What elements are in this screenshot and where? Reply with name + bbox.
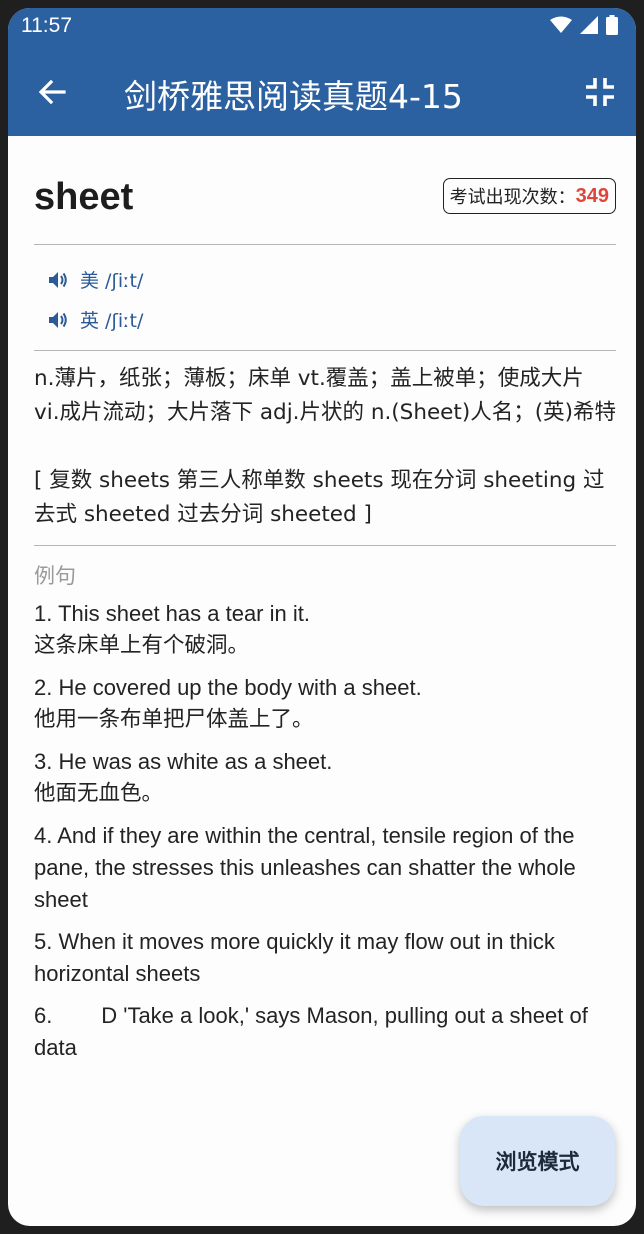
browse-mode-button[interactable]: 浏览模式: [460, 1116, 615, 1206]
pronunciation-us[interactable]: 美 /ʃiːt/: [48, 266, 143, 293]
exam-count-value: 349: [575, 184, 609, 207]
divider: [34, 244, 616, 245]
speaker-icon: [49, 311, 67, 328]
example-en: 1. This sheet has a tear in it.: [34, 601, 310, 626]
battery-icon: [606, 15, 618, 39]
example-item: 5. When it moves more quickly it may flo…: [34, 926, 616, 990]
headword: sheet: [34, 176, 134, 218]
fullscreen-exit-icon: [586, 78, 614, 106]
pronunciation-uk[interactable]: 英 /ʃiːt/: [48, 306, 143, 333]
example-item: 3. He was as white as a sheet. 他面无血色。: [34, 746, 616, 810]
phone-screen: 11:57 剑桥雅思阅读真题4-15 sheet 考试出现次数： 349 美 /…: [8, 8, 636, 1226]
pronunciation-label: 美 /ʃiːt/: [80, 270, 144, 292]
signal-icon: [580, 16, 598, 38]
example-en: 6. D 'Take a look,' says Mason, pulling …: [34, 1003, 594, 1060]
example-en: 4. And if they are within the central, t…: [34, 823, 576, 912]
example-zh: 他面无血色。: [34, 781, 164, 806]
divider: [34, 350, 616, 351]
status-icons: [550, 15, 618, 39]
examples-label: 例句: [34, 564, 76, 588]
app-bar: 11:57 剑桥雅思阅读真题4-15: [8, 8, 636, 136]
example-item: 1. This sheet has a tear in it. 这条床单上有个破…: [34, 598, 616, 662]
exit-fullscreen-button[interactable]: [580, 72, 620, 112]
example-item: 4. And if they are within the central, t…: [34, 820, 616, 916]
example-zh: 他用一条布单把尸体盖上了。: [34, 707, 314, 732]
example-en: 5. When it moves more quickly it may flo…: [34, 929, 555, 986]
example-zh: 这条床单上有个破洞。: [34, 633, 250, 658]
example-item: 6. D 'Take a look,' says Mason, pulling …: [34, 1000, 616, 1064]
back-button[interactable]: [32, 72, 72, 112]
example-en: 3. He was as white as a sheet.: [34, 749, 333, 774]
exam-count-badge: 考试出现次数： 349: [442, 178, 616, 214]
speaker-icon: [49, 271, 67, 288]
pronunciation-label: 英 /ʃiːt/: [80, 310, 144, 332]
status-time: 11:57: [21, 14, 72, 37]
definitions: n.薄片，纸张；薄板；床单 vt.覆盖；盖上被单；使成大片 vi.成片流动；大片…: [34, 366, 617, 425]
example-item: 2. He covered up the body with a sheet. …: [34, 672, 616, 736]
divider: [34, 545, 616, 546]
page-title: 剑桥雅思阅读真题4-15: [124, 77, 463, 116]
exam-count-label: 考试出现次数：: [449, 187, 576, 208]
arrow-left-icon: [38, 79, 66, 105]
example-en: 2. He covered up the body with a sheet.: [34, 675, 422, 700]
word-forms: [ 复数 sheets 第三人称单数 sheets 现在分词 sheeting …: [34, 468, 605, 527]
examples-list: 1. This sheet has a tear in it. 这条床单上有个破…: [34, 598, 616, 1074]
wifi-icon: [550, 16, 572, 38]
